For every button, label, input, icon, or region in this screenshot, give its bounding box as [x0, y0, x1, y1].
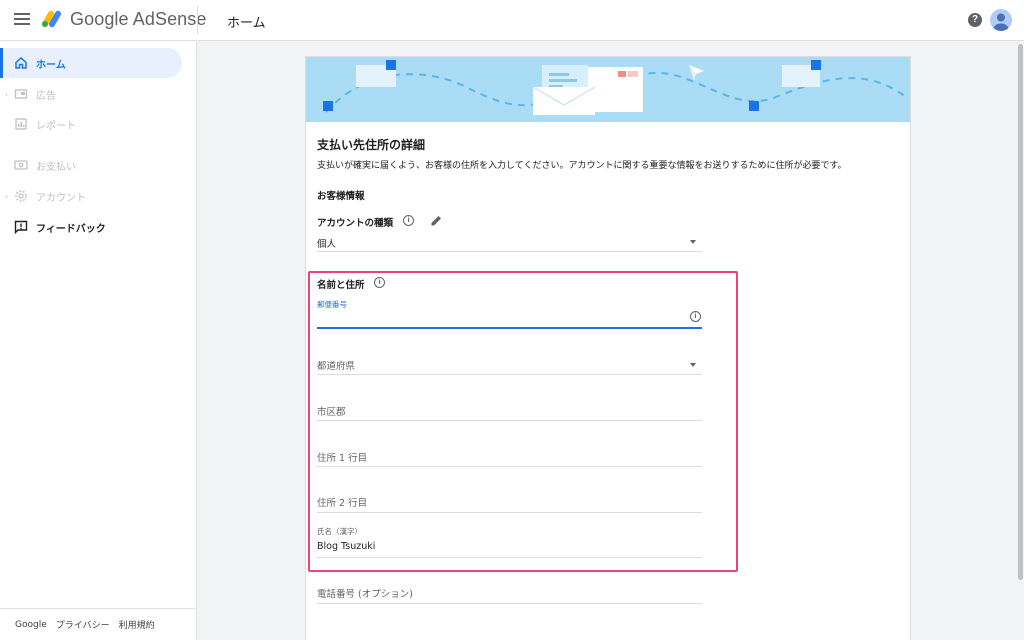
help-icon[interactable]: ? [968, 13, 982, 27]
sidebar-item-ads[interactable]: › 広告 [0, 79, 182, 109]
banner-illustration [306, 57, 910, 122]
sidebar-item-label: フィードバック [36, 223, 106, 235]
sidebar-item-account[interactable]: › アカウント [0, 181, 182, 211]
app-name: Google AdSense [70, 9, 207, 29]
sidebar-item-home[interactable]: ホーム [0, 48, 182, 78]
account-type-select[interactable]: 個人 [317, 233, 702, 252]
phone-placeholder: 電話番号 (オプション) [317, 589, 413, 600]
section-description: 支払いが確実に届くよう、お客様の住所を入力してください。アカウントに関する重要な… [317, 161, 847, 171]
sidebar-item-label: お支払い [36, 161, 76, 173]
section-title: 支払い先住所の詳細 [317, 138, 426, 152]
customer-info-heading: お客様情報 [317, 191, 365, 202]
sidebar-item-label: ホーム [36, 59, 66, 71]
pencil-icon[interactable] [430, 214, 443, 227]
info-icon[interactable]: i [403, 215, 414, 226]
expand-caret-icon: › [5, 89, 9, 99]
feedback-icon [14, 220, 28, 234]
footer-privacy-link[interactable]: プライバシー [56, 618, 110, 631]
sidebar-item-label: アカウント [36, 192, 86, 204]
account-type-label: アカウントの種類 [317, 218, 394, 229]
sidebar-item-label: 広告 [36, 90, 56, 102]
adsense-logo-icon [42, 10, 61, 28]
footer-google-link[interactable]: Google [15, 620, 47, 630]
sidebar-item-payments[interactable]: お支払い [0, 150, 182, 180]
sidebar-item-reports[interactable]: レポート [0, 109, 182, 139]
report-icon [15, 118, 27, 130]
menu-icon[interactable] [14, 13, 30, 25]
highlight-annotation-box [308, 271, 738, 572]
footer-terms-link[interactable]: 利用規約 [119, 618, 155, 631]
phone-field[interactable]: 電話番号 (オプション) [317, 583, 702, 604]
sidebar-item-label: レポート [36, 120, 76, 132]
scrollbar-thumb[interactable] [1018, 44, 1023, 580]
avatar-person-icon [993, 13, 1009, 31]
account-type-value: 個人 [317, 239, 337, 250]
mail-illustration-icon [323, 60, 907, 115]
sidebar: ホーム › 広告 レポート お支払い › アカウント フィードバック Googl… [0, 41, 197, 640]
avatar[interactable] [990, 9, 1012, 31]
payment-icon [14, 160, 28, 170]
dropdown-arrow-icon [690, 240, 696, 244]
sidebar-footer: Google プライバシー 利用規約 [0, 608, 196, 640]
field-underline [317, 603, 702, 604]
home-icon [15, 56, 27, 69]
expand-caret-icon: › [5, 191, 9, 201]
ads-icon [14, 89, 28, 99]
header-divider [197, 6, 198, 34]
gear-icon [15, 190, 27, 202]
page-title: ホーム [227, 16, 266, 31]
top-app-bar: Google AdSense ホーム ? [0, 0, 1024, 41]
field-underline [317, 251, 702, 252]
sidebar-item-feedback[interactable]: フィードバック [0, 212, 182, 242]
